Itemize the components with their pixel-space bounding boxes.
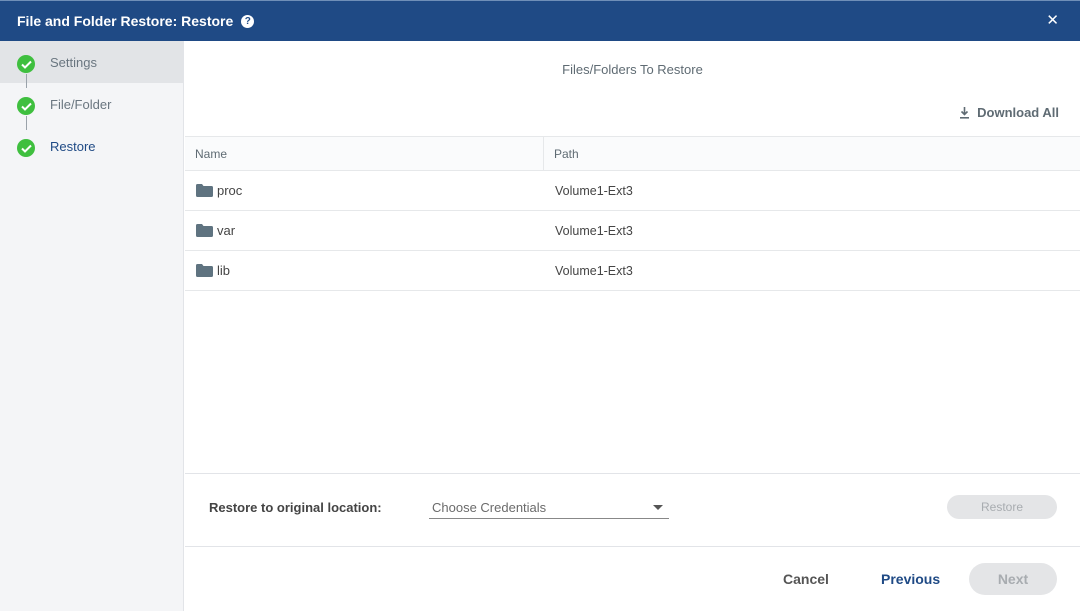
check-circle-icon	[17, 139, 35, 157]
folder-icon	[196, 224, 213, 237]
check-circle-icon	[17, 55, 35, 73]
folder-icon	[196, 264, 213, 277]
step-restore[interactable]: Restore	[0, 125, 183, 167]
file-path: Volume1-Ext3	[555, 183, 633, 198]
close-icon[interactable]: ✕	[1046, 13, 1059, 28]
file-name: lib	[217, 263, 231, 278]
table-header: Name Path	[185, 136, 1080, 171]
cancel-button[interactable]: Cancel	[783, 571, 829, 587]
restore-location-label: Restore to original location:	[209, 500, 382, 515]
dialog-title: File and Folder Restore: Restore	[17, 13, 234, 29]
main-panel: Files/Folders To Restore Download All Na…	[185, 41, 1080, 611]
section-heading: Files/Folders To Restore	[562, 62, 703, 77]
file-name: proc	[217, 183, 243, 198]
step-settings[interactable]: Settings	[0, 41, 183, 83]
table-row[interactable]: var Volume1-Ext3	[185, 211, 1080, 251]
help-icon[interactable]: ?	[241, 14, 255, 28]
file-path: Volume1-Ext3	[555, 223, 633, 238]
previous-button[interactable]: Previous	[881, 571, 940, 587]
download-icon	[960, 106, 970, 119]
name-cell: var	[185, 223, 544, 238]
next-button[interactable]: Next	[969, 563, 1057, 595]
table-row[interactable]: lib Volume1-Ext3	[185, 251, 1080, 291]
check-circle-icon	[17, 97, 35, 115]
file-path: Volume1-Ext3	[555, 263, 633, 278]
step-label: File/Folder	[50, 96, 112, 112]
name-cell: proc	[185, 183, 544, 198]
dialog-titlebar: File and Folder Restore: Restore ? ✕	[0, 0, 1080, 41]
files-table: Name Path proc Volume1-Ext3 var Volume1-…	[185, 136, 1080, 291]
restore-options-bar: Restore to original location: Choose Cre…	[185, 473, 1080, 547]
credentials-placeholder: Choose Credentials	[432, 499, 547, 515]
download-all-label: Download All	[977, 105, 1059, 120]
step-file-folder[interactable]: File/Folder	[0, 83, 183, 125]
step-label: Settings	[50, 54, 97, 70]
download-all-button[interactable]: Download All	[959, 105, 1059, 120]
column-header-path[interactable]: Path	[544, 147, 579, 161]
folder-icon	[196, 184, 213, 197]
column-header-name[interactable]: Name	[185, 137, 544, 170]
credentials-dropdown[interactable]: Choose Credentials	[429, 496, 669, 519]
step-label: Restore	[50, 138, 96, 154]
file-name: var	[217, 223, 236, 238]
wizard-steps-sidebar: Settings File/Folder Restore	[0, 41, 184, 611]
name-cell: lib	[185, 263, 544, 278]
wizard-footer: Cancel Previous Next	[185, 547, 1080, 611]
table-row[interactable]: proc Volume1-Ext3	[185, 171, 1080, 211]
caret-down-icon	[653, 505, 663, 510]
restore-button[interactable]: Restore	[947, 495, 1057, 519]
